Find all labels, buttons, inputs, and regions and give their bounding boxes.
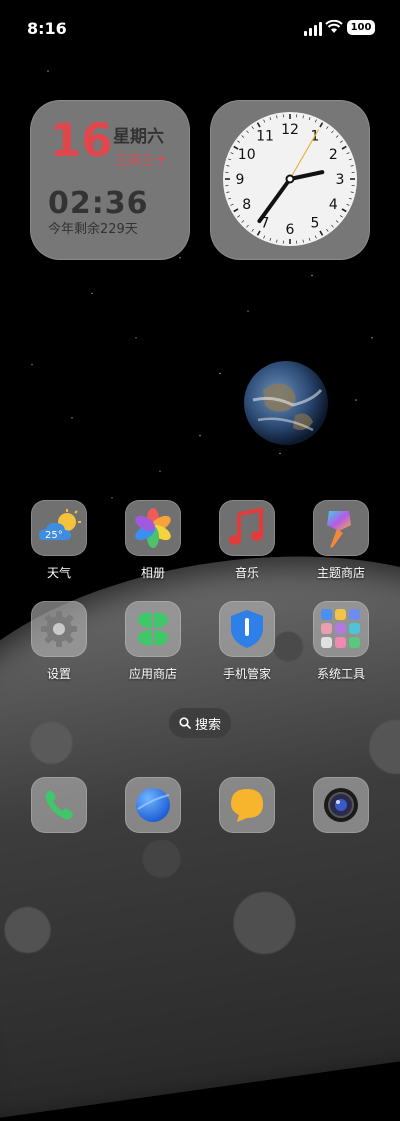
- gallery-icon: [125, 500, 181, 556]
- digital-time: 02:36: [48, 186, 149, 221]
- dock-camera[interactable]: [301, 777, 381, 833]
- analog-clock-widget[interactable]: 121234567891011: [210, 100, 370, 260]
- clock-number: 2: [329, 147, 338, 163]
- cellular-signal-icon: [304, 22, 322, 36]
- theme-store-icon: [313, 500, 369, 556]
- messages-icon: [219, 777, 275, 833]
- settings-icon: [31, 601, 87, 657]
- music-icon: [219, 500, 275, 556]
- app-phone-manager[interactable]: 手机管家: [207, 601, 287, 682]
- app-store-icon: [125, 601, 181, 657]
- phone-manager-icon: [219, 601, 275, 657]
- date-weekday: 星期六: [113, 122, 164, 147]
- app-label: 主题商店: [301, 564, 381, 581]
- clock-number: 5: [311, 215, 320, 231]
- app-label: 应用商店: [113, 665, 193, 682]
- app-weather[interactable]: 25° 天气: [19, 500, 99, 581]
- date-widget[interactable]: 16 星期六 三月三十 02:36 今年剩余229天: [30, 100, 190, 260]
- app-label: 设置: [19, 665, 99, 682]
- search-icon: [179, 717, 191, 729]
- dock-messages[interactable]: [207, 777, 287, 833]
- clock-number: 11: [256, 129, 274, 145]
- app-music[interactable]: 音乐: [207, 500, 287, 581]
- lunar-date: 三月三十: [115, 150, 167, 169]
- app-app-store[interactable]: 应用商店: [113, 601, 193, 682]
- clock-number: 10: [238, 147, 256, 163]
- search-label: 搜索: [195, 714, 221, 733]
- app-theme-store[interactable]: 主题商店: [301, 500, 381, 581]
- weather-icon: 25°: [31, 500, 87, 556]
- clock-number: 8: [242, 197, 251, 213]
- clock-center-pin: [287, 176, 294, 183]
- app-label: 相册: [113, 564, 193, 581]
- search-button[interactable]: 搜索: [169, 708, 231, 738]
- clock-number: 3: [336, 172, 345, 188]
- battery-indicator: 100: [347, 20, 375, 35]
- app-label: 天气: [19, 564, 99, 581]
- clock-number: 4: [329, 197, 338, 213]
- app-label: 系统工具: [301, 665, 381, 682]
- status-time: 8:16: [27, 19, 67, 38]
- dock-browser[interactable]: [113, 777, 193, 833]
- dock-phone[interactable]: [19, 777, 99, 833]
- app-label: 音乐: [207, 564, 287, 581]
- phone-icon: [31, 777, 87, 833]
- system-tools-folder-icon: [313, 601, 369, 657]
- earth-image: [243, 360, 329, 446]
- status-bar: 8:16 100: [0, 0, 400, 56]
- clock-face: 121234567891011: [221, 110, 359, 248]
- clock-number: 9: [236, 172, 245, 188]
- clock-number: 6: [286, 222, 295, 238]
- app-system-tools[interactable]: 系统工具: [301, 601, 381, 682]
- date-day: 16: [50, 118, 113, 163]
- camera-icon: [313, 777, 369, 833]
- clock-number: 12: [281, 122, 299, 138]
- app-label: 手机管家: [207, 665, 287, 682]
- browser-icon: [125, 777, 181, 833]
- app-gallery[interactable]: 相册: [113, 500, 193, 581]
- weather-temp: 25°: [45, 530, 63, 541]
- wifi-icon: [325, 20, 343, 34]
- app-settings[interactable]: 设置: [19, 601, 99, 682]
- days-remaining: 今年剩余229天: [48, 218, 138, 237]
